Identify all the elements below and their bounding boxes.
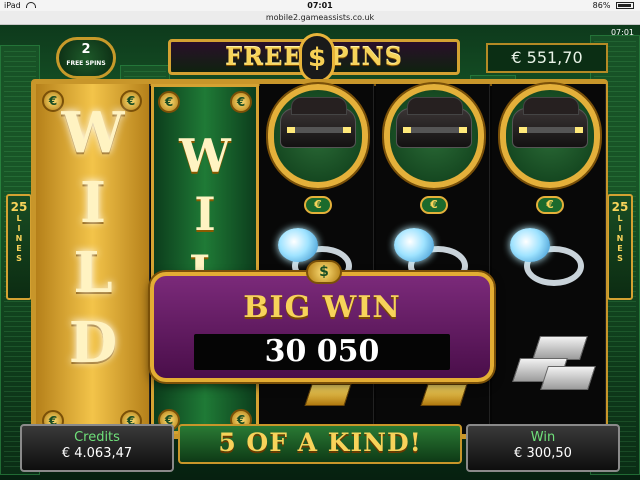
battery-icon — [616, 2, 634, 9]
win-label: Win — [530, 430, 556, 445]
status-bar: iPad 07:01 86% — [0, 0, 640, 11]
free-spins-counter-label: FREE SPINS — [66, 60, 106, 67]
free-spins-title: FREE SPINS $ — [168, 33, 460, 83]
lines-letter: I — [17, 224, 21, 233]
reel-5: € — [492, 84, 606, 434]
euro-coin-icon: € — [536, 196, 564, 214]
wild-letter: I — [194, 187, 216, 241]
lines-letter: S — [16, 254, 22, 263]
reel-1-expanded-wild: € € W I L D € € — [36, 84, 150, 434]
five-of-a-kind-banner: 5 OF A KIND! — [178, 424, 462, 464]
silver-bars-icon — [506, 336, 596, 406]
wild-letter: W — [61, 100, 125, 166]
lines-letter: E — [16, 244, 22, 253]
address-bar[interactable]: mobile2.gameassists.co.uk — [0, 11, 640, 25]
game-clock: 07:01 — [610, 28, 634, 37]
lines-letter: S — [617, 254, 623, 263]
big-win-amount: 30 050 — [194, 334, 450, 370]
lines-letter: L — [16, 214, 22, 223]
euro-coin-icon: € — [230, 91, 252, 113]
limousine-icon: € — [376, 76, 492, 216]
credits-panel: Credits € 4.063,47 — [20, 424, 174, 472]
euro-coin-icon: € — [420, 196, 448, 214]
win-panel: Win € 300,50 — [466, 424, 620, 472]
wild-letter: I — [79, 170, 107, 236]
big-win-label: BIG WIN — [243, 290, 401, 325]
wild-letter: L — [73, 240, 113, 306]
gold-bar-icon — [420, 384, 468, 406]
balance-display: € 551,70 — [486, 43, 608, 73]
lines-letter: N — [15, 234, 23, 243]
credits-value: € 4.063,47 — [61, 446, 133, 461]
big-win-popup: $ BIG WIN 30 050 — [150, 260, 494, 382]
slot-game: 07:01 2 FREE SPINS FREE SPINS $ € 551,70… — [0, 25, 640, 480]
lines-count: 25 — [10, 200, 28, 214]
gold-bar-icon — [304, 384, 352, 406]
battery-percent: 86% — [592, 1, 611, 10]
free-spins-counter: 2 FREE SPINS — [56, 37, 116, 79]
euro-coin-icon: € — [304, 196, 332, 214]
balance-value: € 551,70 — [511, 48, 583, 67]
banner-text: 5 OF A KIND! — [218, 428, 422, 457]
lines-indicator-right: 25 L I N E S — [607, 194, 633, 300]
lines-indicator-left: 25 L I N E S — [6, 194, 32, 300]
limousine-icon: € — [492, 76, 608, 216]
euro-coin-icon: € — [158, 91, 180, 113]
reel-frame: € € W I L D € € € € W I L € € — [31, 79, 608, 439]
wild-symbol: W I L D — [36, 98, 150, 378]
win-value: € 300,50 — [514, 446, 572, 461]
credits-label: Credits — [74, 430, 120, 445]
lines-letter: L — [617, 214, 623, 223]
wild-letter: W — [179, 129, 231, 183]
dollar-coin-icon: $ — [306, 260, 342, 284]
diamond-ring-icon — [496, 224, 596, 294]
lines-count: 25 — [611, 200, 629, 214]
free-spins-count: 2 — [81, 42, 91, 57]
lines-letter: E — [617, 244, 623, 253]
status-time: 07:01 — [307, 1, 333, 10]
url-text[interactable]: mobile2.gameassists.co.uk — [0, 11, 640, 25]
lines-letter: N — [616, 234, 624, 243]
lines-letter: I — [618, 224, 622, 233]
limousine-icon: € — [260, 76, 376, 216]
wild-letter: D — [68, 310, 118, 376]
